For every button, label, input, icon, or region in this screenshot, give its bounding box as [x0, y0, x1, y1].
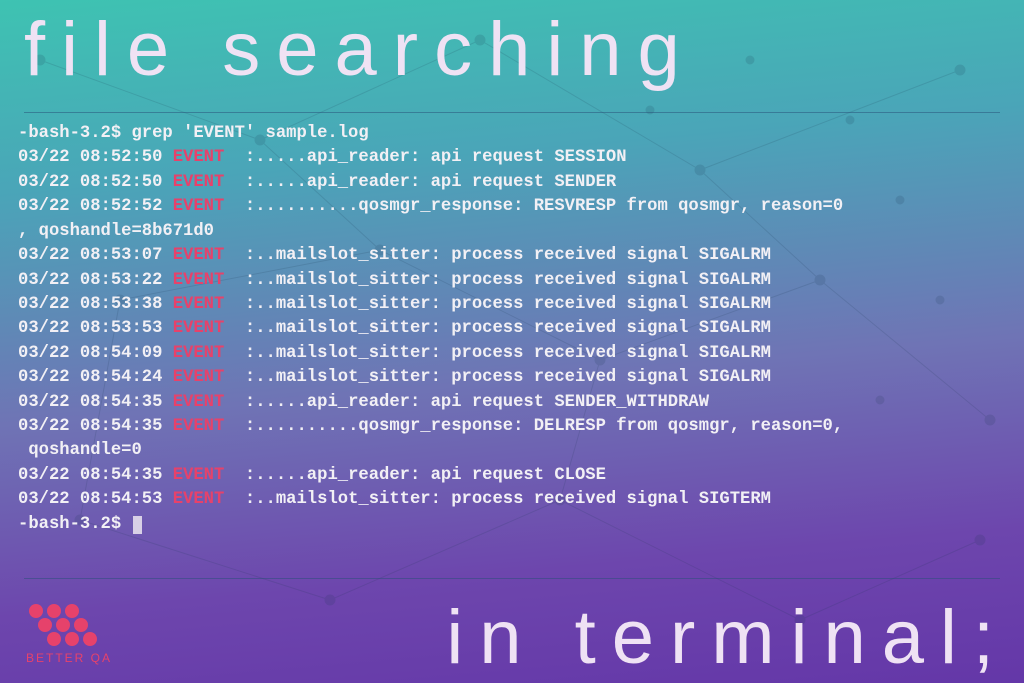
- grep-match-highlight: EVENT: [173, 173, 225, 192]
- divider-bottom: [24, 578, 1000, 579]
- terminal-line: 03/22 08:54:35 EVENT :.....api_reader: a…: [18, 464, 1006, 488]
- grep-match-highlight: EVENT: [173, 368, 225, 387]
- terminal-line: 03/22 08:52:50 EVENT :.....api_reader: a…: [18, 146, 1006, 170]
- grep-match-highlight: EVENT: [173, 490, 225, 509]
- terminal-line: 03/22 08:53:22 EVENT :..mailslot_sitter:…: [18, 269, 1006, 293]
- brand-name: BETTER QA: [26, 651, 112, 665]
- title-bottom: in terminal;: [446, 594, 1010, 681]
- grep-match-highlight: EVENT: [173, 319, 225, 338]
- cursor: [133, 516, 142, 534]
- terminal-line: 03/22 08:54:24 EVENT :..mailslot_sitter:…: [18, 366, 1006, 390]
- terminal-line: 03/22 08:54:35 EVENT :..........qosmgr_r…: [18, 415, 1006, 439]
- grep-match-highlight: EVENT: [173, 246, 225, 265]
- terminal-line: 03/22 08:53:38 EVENT :..mailslot_sitter:…: [18, 293, 1006, 317]
- terminal-line: -bash-3.2$ grep 'EVENT' sample.log: [18, 122, 1006, 146]
- terminal-line: 03/22 08:52:52 EVENT :..........qosmgr_r…: [18, 195, 1006, 219]
- grep-match-highlight: EVENT: [173, 417, 225, 436]
- terminal-line: 03/22 08:52:50 EVENT :.....api_reader: a…: [18, 171, 1006, 195]
- grep-match-highlight: EVENT: [173, 148, 225, 167]
- terminal-line: 03/22 08:54:35 EVENT :.....api_reader: a…: [18, 391, 1006, 415]
- divider-top: [24, 112, 1000, 113]
- terminal-line: 03/22 08:53:53 EVENT :..mailslot_sitter:…: [18, 317, 1006, 341]
- grep-match-highlight: EVENT: [173, 466, 225, 485]
- grep-match-highlight: EVENT: [173, 197, 225, 216]
- title-top: file searching: [24, 6, 696, 93]
- grep-match-highlight: EVENT: [173, 393, 225, 412]
- terminal-line: -bash-3.2$: [18, 513, 1006, 537]
- terminal-output[interactable]: -bash-3.2$ grep 'EVENT' sample.log03/22 …: [18, 122, 1006, 537]
- terminal-line: , qoshandle=8b671d0: [18, 220, 1006, 244]
- grep-match-highlight: EVENT: [173, 271, 225, 290]
- terminal-line: qoshandle=0: [18, 439, 1006, 463]
- terminal-line: 03/22 08:53:07 EVENT :..mailslot_sitter:…: [18, 244, 1006, 268]
- brand-logo: BETTER QA: [26, 601, 112, 665]
- grep-match-highlight: EVENT: [173, 295, 225, 314]
- terminal-line: 03/22 08:54:53 EVENT :..mailslot_sitter:…: [18, 488, 1006, 512]
- terminal-line: 03/22 08:54:09 EVENT :..mailslot_sitter:…: [18, 342, 1006, 366]
- grep-match-highlight: EVENT: [173, 344, 225, 363]
- logo-icon: [26, 601, 98, 649]
